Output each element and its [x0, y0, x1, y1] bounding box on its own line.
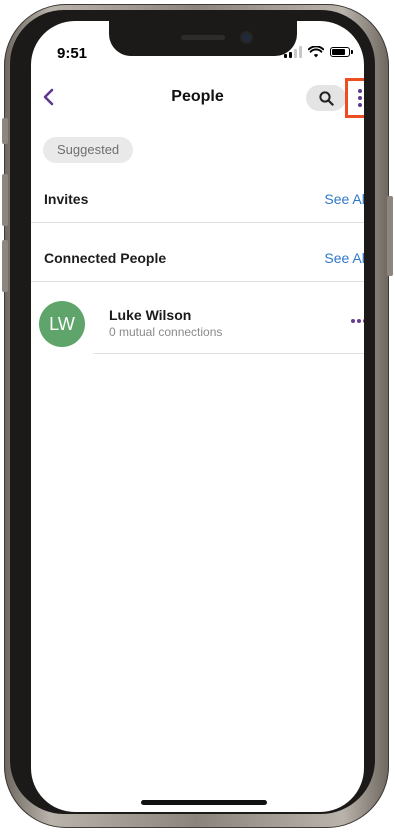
- connected-people-title: Connected People: [44, 250, 167, 266]
- status-icons: [284, 45, 353, 59]
- notch: [109, 21, 297, 56]
- mutual-connections-text: 0 mutual connections: [109, 325, 223, 339]
- horizontal-ellipsis-icon: [351, 319, 355, 323]
- divider: [93, 353, 364, 354]
- divider: [31, 222, 364, 223]
- ellipsis-dot: [358, 96, 362, 100]
- power-button: [387, 196, 393, 276]
- home-indicator[interactable]: [141, 800, 267, 805]
- avatar: LW: [39, 301, 85, 347]
- status-time: 9:51: [57, 45, 88, 62]
- person-name: Luke Wilson: [109, 307, 192, 323]
- connected-section-header: Connected People See All: [31, 238, 364, 278]
- battery-level: [332, 49, 345, 55]
- app-canvas: 9:51 People Suggested Invites See All Co…: [0, 0, 395, 834]
- suggested-filter-chip[interactable]: Suggested: [43, 137, 134, 163]
- cellular-signal-icon: [284, 46, 302, 58]
- invites-section-header: Invites See All: [31, 179, 364, 219]
- ellipsis-dot: [357, 319, 361, 323]
- invites-see-all-link[interactable]: See All: [324, 191, 364, 207]
- person-more-button[interactable]: [347, 313, 364, 329]
- battery-icon: [330, 47, 353, 57]
- volume-down-button: [2, 240, 8, 292]
- more-options-button[interactable]: [345, 78, 364, 118]
- wifi-icon: [308, 46, 324, 58]
- page-header: People: [31, 78, 364, 121]
- ellipsis-dot: [358, 103, 362, 107]
- person-list-item[interactable]: LW Luke Wilson 0 mutual connections: [31, 295, 364, 355]
- ellipsis-dot: [363, 319, 364, 323]
- search-icon: [318, 90, 334, 106]
- vertical-ellipsis-icon: [358, 89, 362, 93]
- front-camera: [242, 33, 251, 42]
- invites-title: Invites: [44, 191, 89, 207]
- search-button[interactable]: [306, 85, 346, 111]
- mute-switch: [2, 118, 8, 144]
- connected-see-all-link[interactable]: See All: [324, 250, 364, 266]
- volume-up-button: [2, 174, 8, 226]
- phone-screen: 9:51 People Suggested Invites See All Co…: [31, 21, 364, 812]
- speaker-grille: [181, 35, 225, 40]
- divider: [31, 281, 364, 282]
